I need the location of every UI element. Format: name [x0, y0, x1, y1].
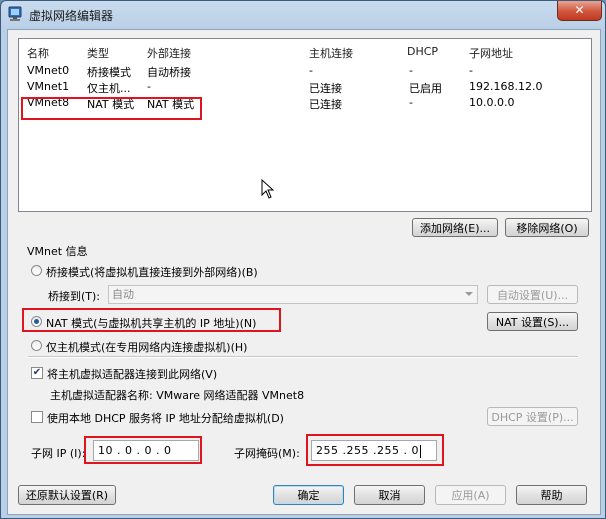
row-subnet: 192.168.12.0 [469, 80, 543, 93]
row-type: 仅主机... [87, 82, 131, 95]
window-title: 虚拟网络编辑器 [29, 9, 114, 23]
subnet-ip-value: 10 . 0 . 0 . 0 [98, 444, 172, 457]
row-type: NAT 模式 [87, 98, 135, 111]
row-name: VMnet0 [27, 64, 70, 77]
row-external: NAT 模式 [147, 98, 195, 111]
row-type: 桥接模式 [87, 66, 131, 79]
bridged-to-label: 桥接到(T): [48, 290, 101, 303]
bridged-mode-radio[interactable] [31, 265, 42, 276]
row-subnet: - [469, 64, 473, 77]
restore-defaults-button[interactable]: 还原默认设置(R) [18, 485, 116, 505]
row-subnet: 10.0.0.0 [469, 96, 515, 109]
column-header-type[interactable]: 类型 [87, 45, 109, 61]
host-only-mode-label[interactable]: 仅主机模式(在专用网络内连接虚拟机)(H) [46, 339, 247, 355]
subnet-ip-label: 子网 IP (I): [31, 447, 86, 460]
row-dhcp: - [409, 96, 413, 109]
row-external: - [147, 80, 151, 93]
title-bar[interactable]: 虚拟网络编辑器 ✕ [1, 1, 605, 29]
column-header-host[interactable]: 主机连接 [309, 45, 353, 61]
subnet-mask-value: 255 .255 .255 . 0 [316, 444, 419, 457]
nat-mode-label[interactable]: NAT 模式(与虚拟机共享主机的 IP 地址)(N) [46, 315, 256, 331]
dialog-body: 名称 类型 外部连接 主机连接 DHCP 子网地址 VMnet0 桥接模式 自动… [7, 29, 601, 515]
text-caret [419, 444, 421, 458]
row-name: VMnet8 [27, 96, 70, 109]
row-dhcp: 已启用 [409, 82, 442, 95]
bridged-mode-label[interactable]: 桥接模式(将虚拟机直接连接到外部网络)(B) [46, 264, 258, 280]
add-network-button[interactable]: 添加网络(E)... [412, 218, 498, 237]
remove-network-button[interactable]: 移除网络(O) [505, 218, 589, 237]
mouse-pointer-icon [261, 179, 274, 199]
table-row-selected[interactable]: VMnet8 NAT 模式 NAT 模式 已连接 - 10.0.0.0 [19, 95, 591, 111]
column-header-dhcp[interactable]: DHCP [407, 45, 438, 58]
auto-settings-button[interactable]: 自动设置(U)... [487, 285, 578, 304]
table-row[interactable]: VMnet0 桥接模式 自动桥接 - - - [19, 63, 591, 79]
divider [28, 356, 578, 358]
network-list[interactable]: 名称 类型 外部连接 主机连接 DHCP 子网地址 VMnet0 桥接模式 自动… [18, 38, 592, 212]
help-button[interactable]: 帮助 [516, 485, 587, 505]
bridged-to-value: 自动 [112, 288, 134, 301]
use-dhcp-checkbox[interactable] [31, 411, 43, 423]
column-header-name[interactable]: 名称 [27, 45, 49, 61]
dhcp-settings-button[interactable]: DHCP 设置(P)... [487, 407, 578, 426]
column-header-subnet[interactable]: 子网地址 [469, 45, 513, 61]
bridged-to-select[interactable]: 自动 [108, 285, 478, 304]
row-host: 已连接 [309, 98, 342, 111]
close-icon: ✕ [574, 3, 585, 17]
use-dhcp-label[interactable]: 使用本地 DHCP 服务将 IP 地址分配给虚拟机(D) [47, 410, 284, 426]
row-host: - [309, 64, 313, 77]
host-only-mode-radio[interactable] [31, 340, 42, 351]
subnet-mask-input[interactable]: 255 .255 .255 . 0 [311, 440, 437, 461]
row-name: VMnet1 [27, 80, 70, 93]
vmnet-info-header: VMnet 信息 [27, 245, 88, 258]
subnet-ip-input[interactable]: 10 . 0 . 0 . 0 [93, 440, 199, 461]
row-dhcp: - [409, 64, 413, 77]
row-host: 已连接 [309, 82, 342, 95]
adapter-name-text: 主机虚拟适配器名称: VMware 网络适配器 VMnet8 [50, 389, 305, 402]
nat-settings-button[interactable]: NAT 设置(S)... [487, 312, 578, 331]
chevron-down-icon [465, 292, 473, 296]
connect-adapter-checkbox[interactable]: ✔ [31, 367, 43, 379]
column-header-external[interactable]: 外部连接 [147, 45, 191, 61]
subnet-mask-label: 子网掩码(M): [234, 447, 300, 460]
table-row[interactable]: VMnet1 仅主机... - 已连接 已启用 192.168.12.0 [19, 79, 591, 95]
cancel-button[interactable]: 取消 [354, 485, 425, 505]
apply-button[interactable]: 应用(A) [435, 485, 506, 505]
network-editor-app-icon [8, 6, 22, 21]
close-button[interactable]: ✕ [557, 1, 602, 21]
nat-mode-radio[interactable] [31, 316, 42, 327]
ok-button[interactable]: 确定 [273, 485, 344, 505]
row-external: 自动桥接 [147, 66, 191, 79]
virtual-network-editor-window: 虚拟网络编辑器 ✕ 名称 类型 外部连接 主机连接 DHCP 子网地址 VMne… [0, 0, 606, 519]
connect-adapter-label[interactable]: 将主机虚拟适配器连接到此网络(V) [47, 366, 217, 382]
